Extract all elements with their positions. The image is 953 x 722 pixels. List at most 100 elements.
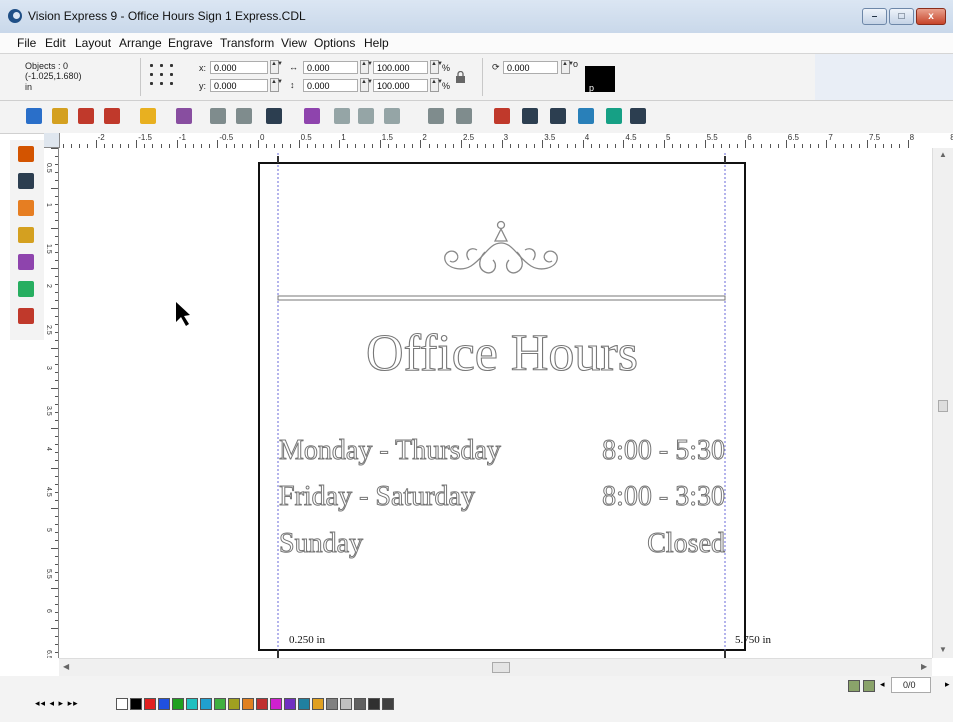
new-icon[interactable]	[26, 108, 42, 124]
fill-tool-icon[interactable]	[18, 254, 34, 270]
open-icon[interactable]	[52, 108, 68, 124]
scroll-left-arrow-icon[interactable]: ◀	[63, 662, 69, 671]
menu-help[interactable]: Help	[364, 36, 389, 50]
height-field[interactable]: 0.000	[303, 79, 358, 92]
menu-file[interactable]: File	[17, 36, 36, 50]
color-swatch-item[interactable]	[228, 698, 240, 710]
row-day-3[interactable]: Sunday	[279, 528, 364, 560]
text-tool-icon[interactable]	[18, 200, 34, 216]
horizontal-scroll-thumb[interactable]	[492, 662, 510, 673]
color-swatch-item[interactable]	[382, 698, 394, 710]
row-day-2[interactable]: Friday - Saturday	[279, 481, 476, 513]
menu-arrange[interactable]: Arrange	[119, 36, 162, 50]
color-swatch-item[interactable]	[326, 698, 338, 710]
divider-bar[interactable]	[277, 295, 726, 301]
color-swatch-item[interactable]	[144, 698, 156, 710]
sign-title[interactable]: Office Hours	[365, 324, 638, 382]
node-edit-icon[interactable]	[18, 173, 34, 189]
pan-icon[interactable]	[630, 108, 646, 124]
menu-transform[interactable]: Transform	[220, 36, 274, 50]
color-swatch-item[interactable]	[242, 698, 254, 710]
lock-ratio-icon[interactable]	[455, 70, 466, 83]
color-swatch-item[interactable]	[116, 698, 128, 710]
delete-icon[interactable]	[494, 108, 510, 124]
preview-icon[interactable]	[606, 108, 622, 124]
scale-x-spinner[interactable]: ▲▼	[430, 60, 443, 74]
menu-edit[interactable]: Edit	[45, 36, 66, 50]
color-swatch-item[interactable]	[200, 698, 212, 710]
width-spinner[interactable]: ▲▼	[360, 60, 373, 74]
redo-icon[interactable]	[236, 108, 252, 124]
x-position-field[interactable]: 0.000	[210, 61, 268, 74]
color-swatch-item[interactable]	[340, 698, 352, 710]
x-label: x:	[199, 63, 207, 73]
anchor-point-selector[interactable]	[148, 62, 184, 92]
row-hours-1[interactable]: 8:00 - 5:30	[602, 435, 726, 467]
rotate-icon[interactable]	[550, 108, 566, 124]
horizontal-scrollbar[interactable]: ◀ ▶	[59, 658, 932, 676]
color-swatch-item[interactable]	[270, 698, 282, 710]
scale-y-spinner[interactable]: ▲▼	[430, 78, 443, 92]
scroll-down-arrow-icon[interactable]: ▼	[939, 645, 947, 654]
prev-page-arrow-icon[interactable]: ◂	[880, 679, 885, 690]
color-swatch-item[interactable]	[368, 698, 380, 710]
menu-engrave[interactable]: Engrave	[168, 36, 213, 50]
trim-icon[interactable]	[384, 108, 400, 124]
scroll-up-arrow-icon[interactable]: ▲	[939, 150, 947, 159]
color-swatch-item[interactable]	[214, 698, 226, 710]
color-swatch-item[interactable]	[130, 698, 142, 710]
pen-tool-icon[interactable]	[18, 308, 34, 324]
distribute-icon[interactable]	[456, 108, 472, 124]
color-swatch-item[interactable]	[172, 698, 184, 710]
color-swatch-item[interactable]	[298, 698, 310, 710]
line-draw-icon[interactable]	[18, 281, 34, 297]
print-icon[interactable]	[140, 108, 156, 124]
height-spinner[interactable]: ▲▼	[360, 78, 373, 92]
menu-options[interactable]: Options	[314, 36, 355, 50]
width-field[interactable]: 0.000	[303, 61, 358, 74]
duplicate-icon[interactable]	[578, 108, 594, 124]
color-swatch-item[interactable]	[186, 698, 198, 710]
maximize-button[interactable]: □	[889, 8, 914, 25]
zoom-tool-icon[interactable]	[18, 227, 34, 243]
menu-view[interactable]: View	[281, 36, 307, 50]
rotation-field[interactable]: 0.000	[503, 61, 558, 74]
undo-icon[interactable]	[210, 108, 226, 124]
scale-x-field[interactable]: 100.000	[373, 61, 428, 74]
vertical-scroll-thumb[interactable]	[938, 400, 948, 412]
swatch-nav-arrows-icon[interactable]: ◂◂ ◂ ▸ ▸▸	[35, 698, 79, 709]
y-position-field[interactable]: 0.000	[210, 79, 268, 92]
mirror-icon[interactable]	[522, 108, 538, 124]
import-icon[interactable]	[266, 108, 282, 124]
align-icon[interactable]	[428, 108, 444, 124]
select-arrow-icon[interactable]	[18, 146, 34, 162]
engrave-icon[interactable]	[176, 108, 192, 124]
color-swatch-item[interactable]	[284, 698, 296, 710]
next-page-arrow-icon[interactable]: ▸	[945, 679, 950, 690]
scroll-right-arrow-icon[interactable]: ▶	[921, 662, 927, 671]
color-swatch-item[interactable]	[312, 698, 324, 710]
rotation-spinner[interactable]: ▲▼	[561, 60, 574, 74]
add-page-icon[interactable]	[863, 680, 875, 692]
page-icon[interactable]	[848, 680, 860, 692]
drawing-canvas[interactable]: Office Hours Monday - Thursday 8:00 - 5:…	[59, 148, 932, 658]
row-hours-3[interactable]: Closed	[647, 528, 726, 560]
row-hours-2[interactable]: 8:00 - 3:30	[602, 481, 726, 513]
minimize-button[interactable]: –	[862, 8, 887, 25]
group-icon[interactable]	[304, 108, 320, 124]
save-as-icon[interactable]	[104, 108, 120, 124]
row-day-1[interactable]: Monday - Thursday	[279, 435, 502, 467]
color-swatch-item[interactable]	[354, 698, 366, 710]
vertical-scrollbar[interactable]: ▲ ▼	[932, 148, 953, 658]
save-icon[interactable]	[78, 108, 94, 124]
y-spinner[interactable]: ▲▼	[270, 78, 283, 92]
node-icon[interactable]	[334, 108, 350, 124]
color-swatch-item[interactable]	[158, 698, 170, 710]
scale-y-field[interactable]: 100.000	[373, 79, 428, 92]
sign-border[interactable]	[258, 162, 746, 651]
x-spinner[interactable]: ▲▼	[270, 60, 283, 74]
weld-icon[interactable]	[358, 108, 374, 124]
color-swatch-item[interactable]	[256, 698, 268, 710]
menu-layout[interactable]: Layout	[75, 36, 111, 50]
close-button[interactable]: x	[916, 8, 946, 25]
